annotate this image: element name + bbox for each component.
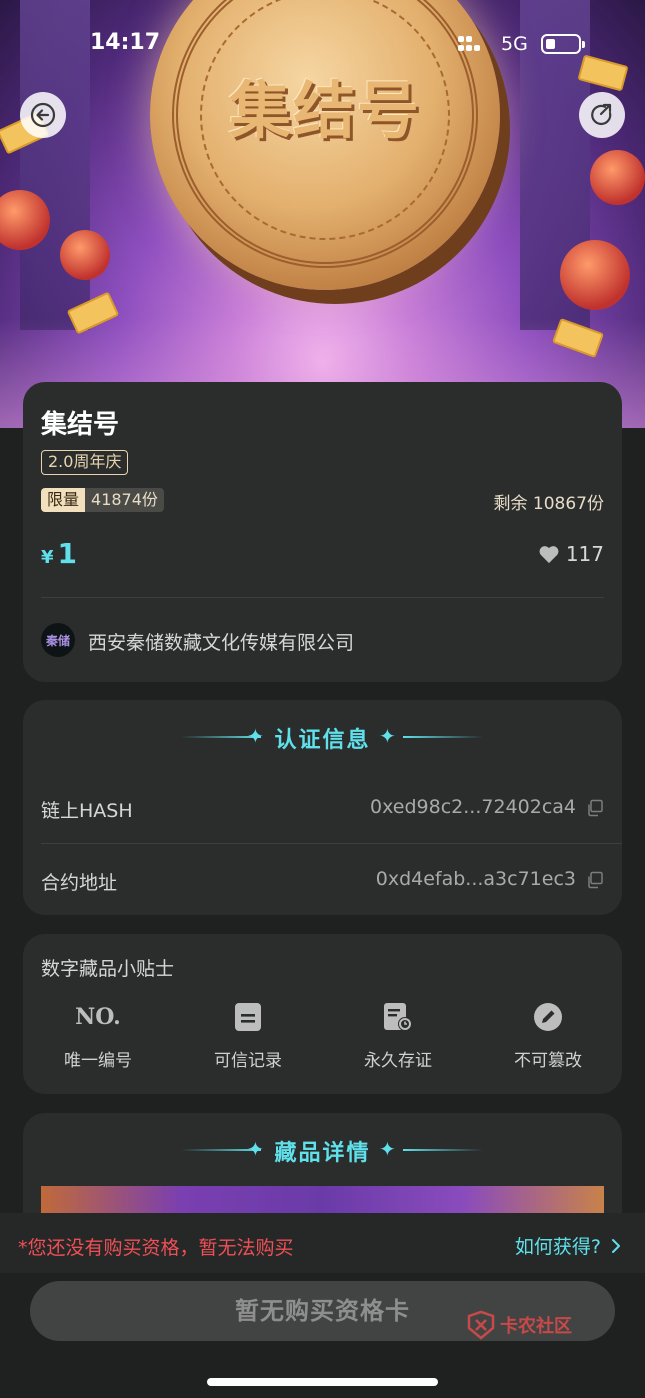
watermark: 卡农社区 xyxy=(466,1310,572,1340)
price: ¥1 xyxy=(41,537,77,570)
tips-card: 数字藏品小贴士 NO. 唯一编号 可信记录 永久存证 不可篡改 xyxy=(23,934,622,1094)
sparkle-icon: ✦ xyxy=(379,724,396,748)
limit-label: 限量 xyxy=(41,488,86,512)
certification-heading: ✦ 认证信息 ✦ xyxy=(23,722,622,754)
lantern-decor xyxy=(560,240,630,310)
watermark-logo-icon xyxy=(467,1310,495,1340)
hash-label: 链上HASH xyxy=(41,800,133,822)
share-icon xyxy=(591,103,612,126)
sparkle-icon: ✦ xyxy=(247,1137,264,1161)
chevron-right-icon xyxy=(612,1238,620,1253)
tip-permanent-proof: 永久存证 xyxy=(323,1000,473,1071)
no-qualification-notice: *您还没有购买资格，暂无法购买 xyxy=(18,1237,294,1259)
home-indicator[interactable] xyxy=(207,1378,438,1386)
network-type: 5G xyxy=(501,33,528,55)
number-icon: NO. xyxy=(75,1004,121,1030)
document-icon xyxy=(173,1000,323,1034)
lantern-decor xyxy=(590,150,645,205)
remaining-count: 剩余 10867份 xyxy=(493,494,604,514)
certification-card: ✦ 认证信息 ✦ 链上HASH 0xed98c2...72402ca4 合约地址… xyxy=(23,700,622,915)
hero-banner: 集结号 xyxy=(0,0,645,428)
how-to-obtain-link[interactable]: 如何获得? xyxy=(515,1232,621,1259)
tips-title: 数字藏品小贴士 xyxy=(41,958,175,980)
purchase-notice-bar: *您还没有购买资格，暂无法购买 如何获得? xyxy=(0,1213,645,1273)
status-time: 14:17 xyxy=(90,30,161,55)
hero-pillar xyxy=(20,0,90,330)
detail-heading: ✦ 藏品详情 ✦ xyxy=(23,1135,622,1167)
currency-symbol: ¥ xyxy=(41,547,54,568)
divider xyxy=(41,843,622,844)
tip-unique-number: NO. 唯一编号 xyxy=(23,1000,173,1071)
sparkle-icon: ✦ xyxy=(379,1137,396,1161)
limit-badge: 限量 41874份 xyxy=(41,488,164,512)
like-count: 117 xyxy=(565,542,604,566)
certificate-icon xyxy=(323,1000,473,1034)
divider xyxy=(41,597,604,598)
issuer-name[interactable]: 西安秦储数藏文化传媒有限公司 xyxy=(88,628,354,655)
sparkle-icon: ✦ xyxy=(247,724,264,748)
contract-label: 合约地址 xyxy=(41,872,118,894)
product-title: 集结号 xyxy=(41,410,120,440)
share-button[interactable] xyxy=(579,92,625,138)
event-tag: 2.0周年庆 xyxy=(41,450,129,475)
copy-icon[interactable] xyxy=(586,799,604,817)
back-button[interactable] xyxy=(20,92,66,138)
like-button[interactable]: 117 xyxy=(538,542,604,566)
back-arrow-icon xyxy=(30,102,56,128)
contract-value: 0xd4efab...a3c71ec3 xyxy=(375,868,576,890)
heart-icon xyxy=(539,546,559,564)
signal-icon xyxy=(458,36,480,54)
product-info-card: 集结号 2.0周年庆 限量 41874份 剩余 10867份 ¥1 117 秦储… xyxy=(23,382,622,682)
pencil-icon xyxy=(473,1000,623,1034)
tip-trusted-record: 可信记录 xyxy=(173,1000,323,1071)
tip-tamper-proof: 不可篡改 xyxy=(473,1000,623,1071)
price-value: 1 xyxy=(57,537,78,570)
coin-title: 集结号 xyxy=(228,74,421,147)
limit-value: 41874份 xyxy=(85,488,164,512)
lantern-decor xyxy=(60,230,110,280)
hash-value: 0xed98c2...72402ca4 xyxy=(370,796,576,818)
issuer-logo: 秦储 xyxy=(41,623,75,657)
copy-icon[interactable] xyxy=(586,871,604,889)
coin-artwork: 集结号 xyxy=(150,0,500,290)
battery-icon xyxy=(541,34,585,54)
